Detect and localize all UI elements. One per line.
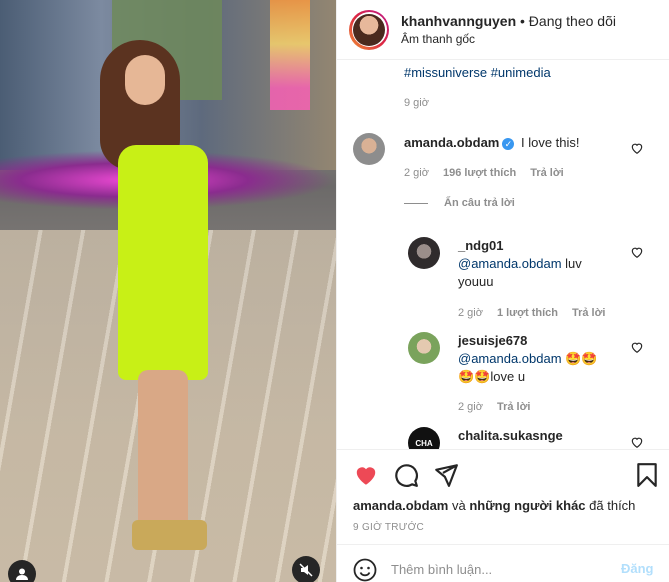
reply-button[interactable]: Trả lời: [497, 401, 531, 413]
follow-status[interactable]: • Đang theo dõi: [520, 12, 616, 30]
reply-button[interactable]: Trả lời: [530, 167, 564, 179]
author-username[interactable]: khanhvannguyen2: [401, 12, 516, 30]
reply-username[interactable]: jesuisje678: [458, 332, 598, 350]
user-tag-button[interactable]: [8, 560, 36, 582]
comment-time: 2 giờ: [404, 167, 429, 179]
reply-meta: 2 giờ Trả lời: [458, 401, 530, 413]
heart-icon[interactable]: [630, 435, 644, 449]
share-icon[interactable]: [433, 462, 459, 488]
caption-time: 9 giờ: [404, 97, 429, 109]
audio-label[interactable]: Âm thanh gốc: [401, 30, 616, 48]
heart-icon[interactable]: [353, 462, 379, 488]
reply-body: jesuisje678 @amanda.obdam 🤩🤩 🤩🤩love u: [458, 332, 598, 386]
reply-time: 2 giờ: [458, 401, 483, 413]
heart-icon[interactable]: [630, 141, 644, 155]
hide-replies-button[interactable]: Ẩn câu trả lời: [404, 197, 515, 209]
user-tag-icon: [16, 568, 28, 580]
heart-icon[interactable]: [630, 340, 644, 354]
reply-text: love u: [490, 369, 526, 384]
comment-body: amanda.obdam ✓ I love this!: [404, 134, 580, 152]
heart-icon[interactable]: [630, 245, 644, 259]
reply-mention[interactable]: @amanda.obdam: [458, 256, 562, 271]
post-media[interactable]: [0, 0, 336, 582]
comment-username[interactable]: amanda.obdam: [404, 135, 499, 150]
author-avatar[interactable]: [349, 9, 389, 50]
likes-user[interactable]: amanda.obdam: [353, 498, 448, 513]
reply-emoji-continued: 🤩🤩: [458, 369, 491, 384]
reply-meta: 2 giờ 1 lượt thích Trả lời: [458, 307, 605, 319]
action-bar: amanda.obdam và những người khác đã thíc…: [337, 449, 669, 539]
comment-input[interactable]: [391, 559, 611, 579]
reply-text-continued: youuu: [458, 274, 494, 289]
emoji-icon[interactable]: [353, 558, 377, 582]
post-time: 9 GIỜ TRƯỚC: [353, 522, 425, 533]
reply-username[interactable]: _ndg01: [458, 237, 582, 255]
comment-meta: 2 giờ 196 lượt thích Trả lời: [404, 167, 564, 179]
avatar[interactable]: CHA: [408, 427, 440, 449]
model-dress: [118, 145, 208, 380]
reply-emoji: 🤩🤩: [565, 351, 598, 366]
avatar[interactable]: [353, 133, 385, 165]
post-panel: khanhvannguyen2 • Đang theo dõi Âm thanh…: [336, 0, 669, 582]
comment-composer: Đăng: [337, 544, 669, 582]
likes-others[interactable]: những người khác: [469, 498, 585, 513]
avatar[interactable]: [408, 332, 440, 364]
comment-text: I love this!: [520, 135, 580, 150]
comments-section: #missuniverse #unimedia 9 giờ amanda.obd…: [337, 61, 669, 449]
comment-icon[interactable]: [393, 462, 419, 488]
reply-likes[interactable]: 1 lượt thích: [497, 307, 558, 319]
model-shoes: [132, 520, 207, 550]
likes-summary: amanda.obdam và những người khác đã thíc…: [353, 498, 636, 513]
reply-time: 2 giờ: [458, 307, 483, 319]
model-face: [125, 55, 165, 105]
caption-hashtags[interactable]: #missuniverse #unimedia: [404, 65, 551, 80]
avatar[interactable]: [408, 237, 440, 269]
background-neon-light: [270, 0, 310, 110]
reply-mention[interactable]: @amanda.obdam: [458, 351, 562, 366]
bookmark-icon[interactable]: [634, 462, 660, 488]
post-button[interactable]: Đăng: [621, 561, 654, 576]
mute-icon: [299, 563, 313, 577]
model-legs: [138, 370, 188, 540]
reply-text: luv: [565, 256, 582, 271]
reply-body: _ndg01 @amanda.obdam luv youuu: [458, 237, 582, 291]
reply-body: chalita.sukasnge: [458, 427, 563, 445]
reply-button[interactable]: Trả lời: [572, 307, 606, 319]
post-header: khanhvannguyen2 • Đang theo dõi Âm thanh…: [337, 0, 669, 60]
reply-username[interactable]: chalita.sukasnge: [458, 427, 563, 445]
comment-likes[interactable]: 196 lượt thích: [443, 167, 516, 179]
verified-icon: ✓: [502, 137, 515, 150]
mute-button[interactable]: [292, 556, 320, 582]
